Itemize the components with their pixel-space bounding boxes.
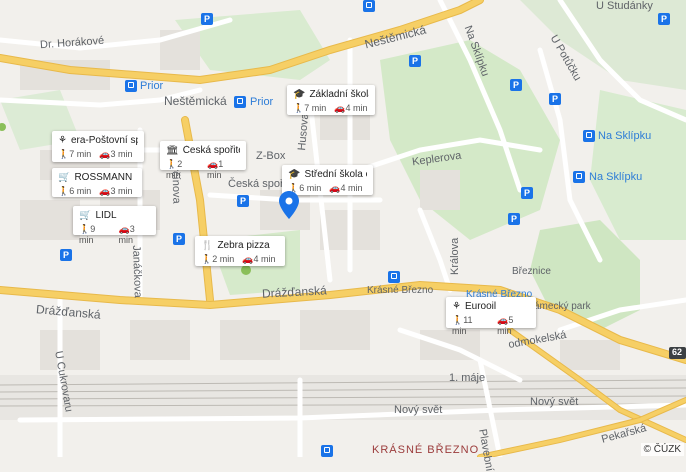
poi-card[interactable]: 🛒 LIDL 🚶9 min 🚗3 min xyxy=(73,206,156,245)
drive-time: 🚗1 min xyxy=(207,159,224,180)
poi-card[interactable]: 🎓Základní škola a ... 🚶7 min 🚗4 min xyxy=(287,85,375,115)
parking-icon[interactable]: P xyxy=(510,79,522,91)
walk-time: 🚶2 min xyxy=(166,159,183,180)
poi-card[interactable]: ⚘era-Poštovní spoř... 🚶7 min 🚗3 min xyxy=(52,131,144,162)
drive-time: 🚗4 min xyxy=(334,103,368,113)
poi-name: Základní škola a ... xyxy=(309,89,369,100)
parking-icon[interactable]: P xyxy=(521,187,533,199)
poi-name: ROSSMANN xyxy=(74,172,133,183)
bus-stop-icon[interactable] xyxy=(125,80,137,92)
parking-icon[interactable]: P xyxy=(60,249,72,261)
school-icon: 🎓 xyxy=(288,169,301,180)
parking-icon[interactable]: P xyxy=(409,55,421,67)
walk-time: 🚶7 min xyxy=(58,149,92,159)
bus-stop-icon[interactable] xyxy=(573,171,585,183)
walk-time: 🚶2 min xyxy=(201,254,235,264)
walk-time: 🚶6 min xyxy=(58,186,92,196)
map-attribution: © ČÚZK xyxy=(640,443,684,456)
poi-name: LIDL xyxy=(95,210,117,221)
restaurant-icon: 🍴 xyxy=(201,240,214,251)
walk-time: 🚶7 min xyxy=(293,103,327,113)
poi-card[interactable]: 🏛Česká spořitelna 🚶2 min 🚗1 min xyxy=(160,141,246,180)
walk-time: 🚶9 min xyxy=(79,224,96,245)
drive-time: 🚗4 min xyxy=(329,183,363,193)
poi-name: Eurooil xyxy=(464,301,497,312)
parking-icon[interactable]: P xyxy=(237,195,249,207)
walk-time: 🚶11 min xyxy=(452,315,473,336)
drive-time: 🚗5 min xyxy=(497,315,514,336)
bus-stop-icon[interactable] xyxy=(321,445,333,457)
bank-icon: 🏛 xyxy=(166,145,179,156)
poi-name: Česká spořitelna xyxy=(182,145,240,156)
drive-time: 🚗3 min xyxy=(118,224,135,245)
bus-stop-icon[interactable] xyxy=(234,96,246,108)
poi-card[interactable]: 🍴 Zebra pizza 🚶2 min 🚗4 min xyxy=(195,236,285,266)
bus-stop-icon[interactable] xyxy=(363,0,375,12)
parking-icon[interactable]: P xyxy=(549,93,561,105)
parking-icon[interactable]: P xyxy=(658,13,670,25)
parking-icon[interactable]: P xyxy=(508,213,520,225)
poi-name: era-Poštovní spoř... xyxy=(70,135,138,146)
atm-icon: ⚘ xyxy=(58,135,67,146)
location-pin-icon[interactable] xyxy=(279,191,299,219)
poi-card[interactable]: 🛒 ROSSMANN 🚶6 min 🚗3 min xyxy=(52,168,142,197)
drive-time: 🚗4 min xyxy=(242,254,276,264)
bus-stop-icon[interactable] xyxy=(388,271,400,283)
drive-time: 🚗3 min xyxy=(99,149,133,159)
poi-card[interactable]: ⚘ Eurooil 🚶11 min 🚗5 min xyxy=(446,297,536,336)
poi-name: Střední škola obc... xyxy=(304,169,367,180)
bus-stop-icon[interactable] xyxy=(583,130,595,142)
cart-icon: 🛒 xyxy=(79,210,92,221)
drive-time: 🚗3 min xyxy=(99,186,133,196)
school-icon: 🎓 xyxy=(293,89,306,100)
parking-icon[interactable]: P xyxy=(201,13,213,25)
poi-name: Zebra pizza xyxy=(217,240,270,251)
fuel-icon: ⚘ xyxy=(452,301,461,312)
cart-icon: 🛒 xyxy=(58,172,71,183)
parking-icon[interactable]: P xyxy=(173,233,185,245)
